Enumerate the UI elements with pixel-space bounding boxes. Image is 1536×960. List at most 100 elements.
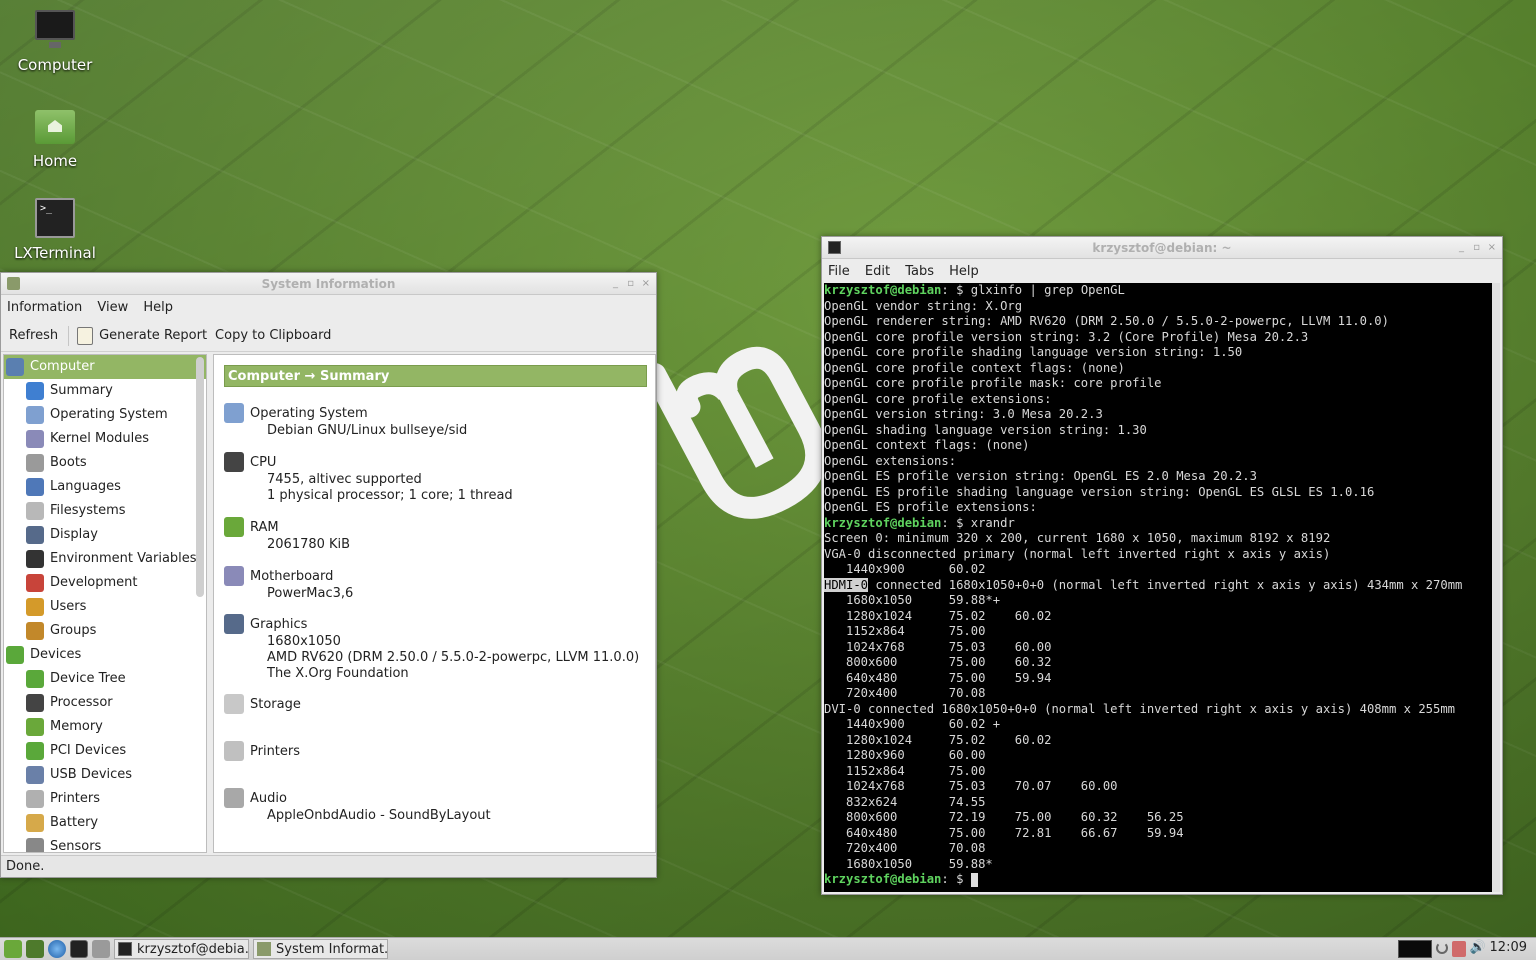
maximize-button[interactable]: ▫ <box>1473 237 1480 259</box>
sidebar-item-devices[interactable]: Devices <box>4 643 206 667</box>
sidebar-item-processor[interactable]: Processor <box>4 691 206 715</box>
sidebar-item-usb-devices[interactable]: USB Devices <box>4 763 206 787</box>
desktop-icon-lxterminal[interactable]: >_ LXTerminal <box>8 196 102 262</box>
terminal-line: 1152x864 75.00 <box>824 624 1492 640</box>
sidebar-item-development[interactable]: Development <box>4 571 206 595</box>
terminal-text: 1152x864 75.00 <box>824 763 986 778</box>
menu-tabs[interactable]: Tabs <box>905 264 934 279</box>
sidebar-item-device-tree[interactable]: Device Tree <box>4 667 206 691</box>
sidebar-item-filesystems[interactable]: Filesystems <box>4 499 206 523</box>
sidebar-item-groups[interactable]: Groups <box>4 619 206 643</box>
copy-to-clipboard-button[interactable]: Copy to Clipboard <box>215 320 331 352</box>
terminal-line: 800x600 75.00 60.32 <box>824 655 1492 671</box>
category-tree[interactable]: Computer Summary Operating System Kernel Mo… <box>3 354 207 853</box>
terminal-text: OpenGL core profile version string: 3.2 … <box>824 329 1309 344</box>
terminal-icon[interactable] <box>70 940 88 958</box>
flag-icon <box>26 478 44 496</box>
sidebar-item-printers[interactable]: Printers <box>4 787 206 811</box>
info-icon <box>26 382 44 400</box>
generate-report-button[interactable]: Generate Report <box>77 320 207 352</box>
terminal-line: 1440x900 60.02 + <box>824 717 1492 733</box>
terminal-text: 1280x1024 75.02 60.02 <box>824 732 1052 747</box>
drive-icon <box>26 502 44 520</box>
window-titlebar[interactable]: krzysztof@debian: ~ _ ▫ × <box>822 237 1502 259</box>
terminal-output[interactable]: krzysztof@debian: $ glxinfo | grep OpenG… <box>824 283 1492 892</box>
clock[interactable]: 12:09 <box>1490 940 1527 955</box>
terminal-text: 832x624 74.55 <box>824 794 986 809</box>
terminal-icon <box>118 942 132 956</box>
mint-menu-icon[interactable] <box>4 940 22 958</box>
close-button[interactable]: × <box>642 273 650 295</box>
sidebar-item-boots[interactable]: Boots <box>4 451 206 475</box>
terminal-line: OpenGL core profile context flags: (none… <box>824 361 1492 377</box>
show-desktop-icon[interactable] <box>26 940 44 958</box>
task-terminal[interactable]: krzysztof@debia... <box>114 939 249 959</box>
sidebar-item-environment-variables[interactable]: Environment Variables <box>4 547 206 571</box>
terminal-text: OpenGL shading language version string: … <box>824 422 1147 437</box>
window-title: krzysztof@debian: ~ <box>1092 241 1232 255</box>
sidebar-item-label: Users <box>50 599 87 614</box>
sidebar-item-kernel-modules[interactable]: Kernel Modules <box>4 427 206 451</box>
sidebar-item-label: PCI Devices <box>50 743 127 758</box>
browser-icon[interactable] <box>48 940 66 958</box>
sidebar-item-label: Processor <box>50 695 113 710</box>
section-printers: Printers <box>224 741 300 761</box>
sidebar-item-summary[interactable]: Summary <box>4 379 206 403</box>
terminal-scrollbar[interactable] <box>1492 283 1500 892</box>
terminal-line: 1280x960 60.00 <box>824 748 1492 764</box>
sidebar-item-users[interactable]: Users <box>4 595 206 619</box>
sidebar-item-battery[interactable]: Battery <box>4 811 206 835</box>
terminal-icon: >_ <box>33 196 77 240</box>
sidebar-item-label: Environment Variables <box>50 551 197 566</box>
volume-icon[interactable]: 🔊 <box>1470 940 1486 955</box>
terminal-line: OpenGL core profile extensions: <box>824 392 1492 408</box>
refresh-button[interactable]: Refresh <box>9 320 58 352</box>
sidebar-item-memory[interactable]: Memory <box>4 715 206 739</box>
sidebar-item-sensors[interactable]: Sensors <box>4 835 206 852</box>
gear-icon <box>26 406 44 424</box>
menu-help[interactable]: Help <box>949 264 979 279</box>
maximize-button[interactable]: ▫ <box>627 273 634 295</box>
sidebar-item-operating-system[interactable]: Operating System <box>4 403 206 427</box>
printer-icon <box>26 790 44 808</box>
cpu-monitor-icon[interactable] <box>1398 940 1432 958</box>
terminal-text: OpenGL core profile profile mask: core p… <box>824 376 1162 390</box>
desktop-icon-home[interactable]: Home <box>8 104 102 170</box>
close-button[interactable]: × <box>1488 237 1496 259</box>
terminal-text: 1280x960 60.00 <box>824 748 986 762</box>
sidebar-item-languages[interactable]: Languages <box>4 475 206 499</box>
section-title: Operating System <box>250 405 368 421</box>
menu-edit[interactable]: Edit <box>865 264 890 279</box>
sidebar-item-pci-devices[interactable]: PCI Devices <box>4 739 206 763</box>
section-title: Printers <box>250 743 301 759</box>
file-manager-icon[interactable] <box>92 940 110 958</box>
task-system-information[interactable]: System Informat... <box>253 939 388 959</box>
sidebar-scrollbar[interactable] <box>196 357 204 597</box>
menu-help[interactable]: Help <box>143 300 173 315</box>
sidebar-item-computer[interactable]: Computer <box>4 355 206 379</box>
menu-file[interactable]: File <box>828 264 850 279</box>
sidebar-item-label: Devices <box>30 647 82 662</box>
menu-view[interactable]: View <box>97 300 128 315</box>
sidebar-item-display[interactable]: Display <box>4 523 206 547</box>
terminal-text: 1024x768 75.03 60.00 <box>824 639 1052 654</box>
window-titlebar[interactable]: System Information _ ▫ × <box>1 273 656 295</box>
update-icon[interactable] <box>1436 942 1448 954</box>
minimize-button[interactable]: _ <box>1459 237 1464 259</box>
sidebar-item-label: Filesystems <box>50 503 126 518</box>
terminal-line: OpenGL context flags: (none) <box>824 438 1492 454</box>
minimize-button[interactable]: _ <box>613 273 618 295</box>
menu-information[interactable]: Information <box>7 300 82 315</box>
terminal-line: krzysztof@debian: $ xrandr <box>824 516 1492 532</box>
terminal-line: VGA-0 disconnected primary (normal left … <box>824 547 1492 563</box>
board-icon <box>26 670 44 688</box>
desktop-icon-computer[interactable]: Computer <box>8 8 102 74</box>
toolbar: Refresh Generate Report Copy to Clipboar… <box>1 320 656 352</box>
selected-text[interactable]: HDMI-0 <box>824 577 869 592</box>
sidebar-item-label: Development <box>50 575 138 590</box>
desktop-icon-label: Home <box>32 152 78 170</box>
cpu-icon <box>224 452 244 472</box>
terminal-line: OpenGL vendor string: X.Org <box>824 299 1492 315</box>
terminal-line: OpenGL core profile version string: 3.2 … <box>824 330 1492 346</box>
network-icon[interactable] <box>1452 941 1466 957</box>
